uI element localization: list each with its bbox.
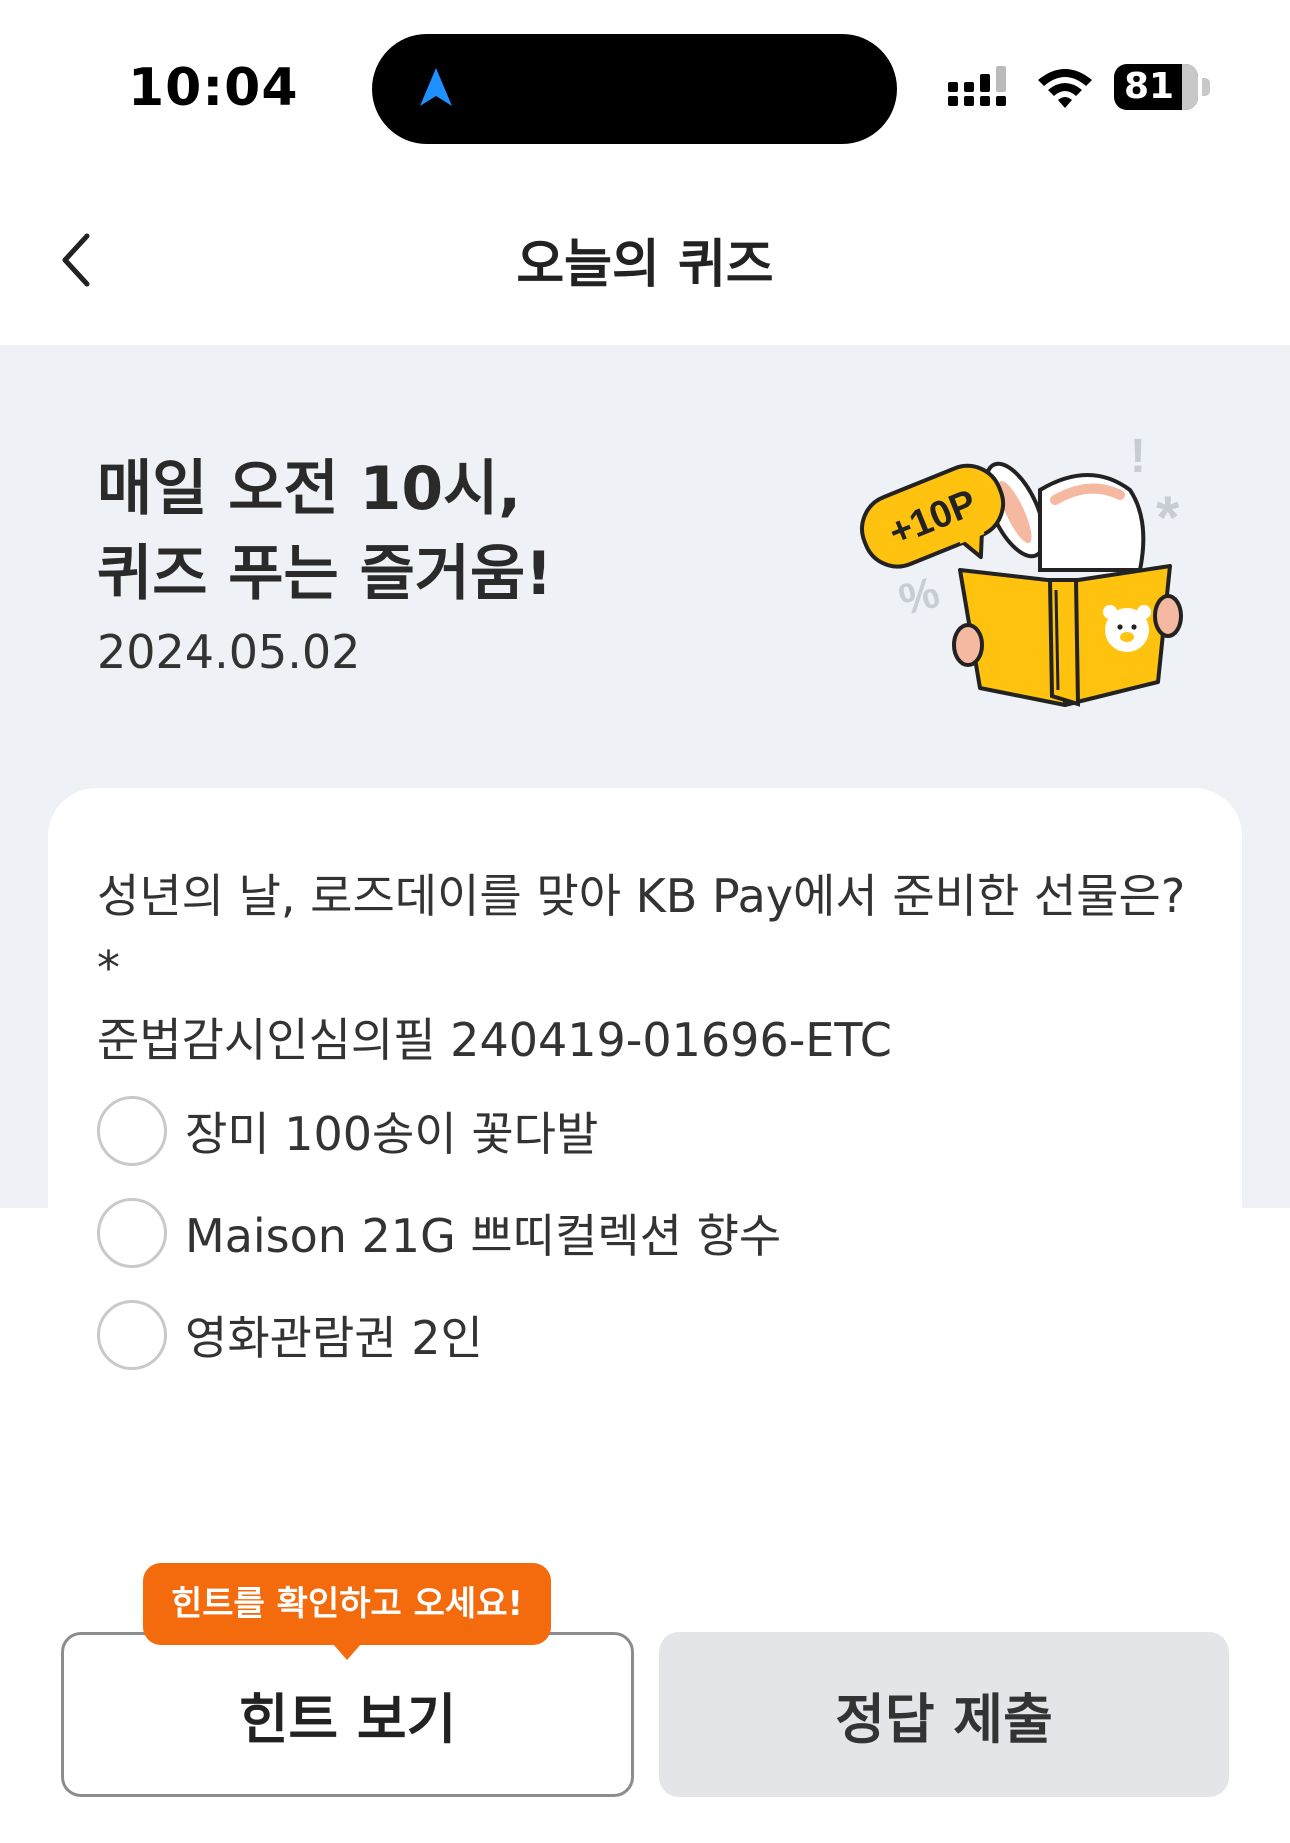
tooltip-tail	[333, 1644, 361, 1660]
answer-option-label: Maison 21G 쁘띠컬렉션 향수	[185, 1209, 782, 1263]
reading-rabbit-illustration: ! * % +10P	[860, 430, 1183, 707]
answer-option-3[interactable]: 영화관람권 2인	[97, 1298, 483, 1372]
hint-tooltip: 힌트를 확인하고 오세요!	[143, 1563, 551, 1645]
navigation-arrow-icon	[420, 68, 452, 106]
battery-icon: 81	[1114, 64, 1210, 110]
answer-option-1[interactable]: 장미 100송이 꽃다발	[97, 1094, 598, 1168]
quiz-date: 2024.05.02	[97, 625, 361, 679]
hero-title-line-2: 퀴즈 푸는 즐거움!	[97, 539, 553, 609]
quiz-question: 성년의 날, 로즈데이를 맞아 KB Pay에서 준비한 선물은? * 준법감시…	[97, 860, 1217, 1076]
answer-option-2[interactable]: Maison 21G 쁘띠컬렉션 향수	[97, 1196, 781, 1270]
svg-text:*: *	[1156, 484, 1180, 551]
top-app-bar: 오늘의 퀴즈	[0, 170, 1290, 345]
dynamic-island	[372, 34, 897, 144]
svg-text:%: %	[894, 568, 944, 625]
compliance-number: 준법감시인심의필 240419-01696-ETC	[97, 1013, 892, 1067]
cellular-signal-icon	[948, 66, 1006, 106]
page-title: 오늘의 퀴즈	[516, 235, 774, 295]
question-text: 성년의 날, 로즈데이를 맞아 KB Pay에서 준비한 선물은? *	[97, 869, 1186, 995]
answer-option-label: 영화관람권 2인	[185, 1311, 483, 1365]
status-bar: 10:04 81	[0, 0, 1290, 170]
hero-title: 매일 오전 10시, 퀴즈 푸는 즐거움!	[97, 447, 553, 617]
hero-title-line-1: 매일 오전 10시,	[97, 454, 522, 524]
status-time: 10:04	[128, 58, 299, 118]
answer-option-label: 장미 100송이 꽃다발	[185, 1107, 599, 1161]
submit-answer-button[interactable]: 정답 제출	[659, 1632, 1229, 1797]
battery-level: 81	[1123, 66, 1175, 107]
wifi-icon	[1038, 69, 1092, 108]
svg-text:!: !	[1130, 430, 1146, 483]
radio-button[interactable]	[97, 1096, 167, 1166]
radio-button[interactable]	[97, 1198, 167, 1268]
radio-button[interactable]	[97, 1300, 167, 1370]
